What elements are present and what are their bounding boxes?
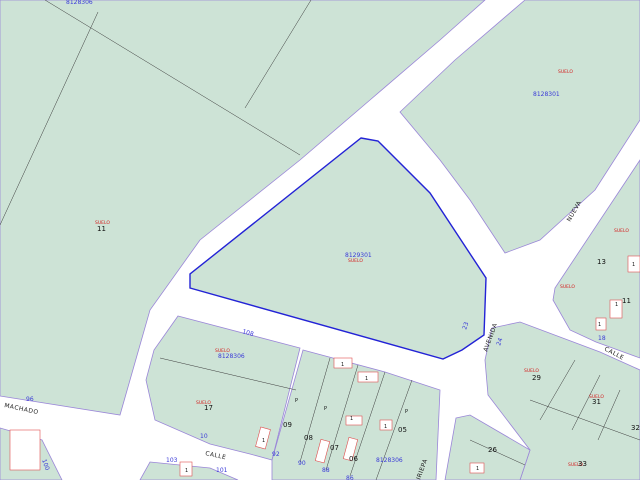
mid-num-07: 07 <box>330 444 339 452</box>
right-red: SUELO <box>614 228 629 234</box>
cadastral-map[interactable]: MACHADO CALLE CALLE AVENIDA NUEVA IRIEPA… <box>0 0 640 480</box>
small-label-1e: 1 <box>615 302 618 308</box>
center-red: SUELO <box>348 258 363 264</box>
road-number-88: 88 <box>322 467 330 474</box>
small-label-1d: 1 <box>350 416 353 422</box>
road-number-10: 10 <box>200 433 208 440</box>
right-num-13: 13 <box>597 258 606 266</box>
center-blue: 8129301 <box>345 252 372 259</box>
suelo-small-right: SUELO <box>560 284 575 290</box>
road-number-90: 90 <box>298 460 306 467</box>
small-label-1b: 1 <box>365 376 368 382</box>
right-num-31: 31 <box>592 398 601 406</box>
mid-num-06: 06 <box>349 455 358 463</box>
right-num-29: 29 <box>532 374 541 382</box>
small-label-1c: 1 <box>262 438 265 444</box>
road-number-92: 92 <box>272 451 280 458</box>
small-label-1i: 1 <box>185 468 188 474</box>
road-number-103: 103 <box>166 457 178 464</box>
small-label-p3: P <box>405 409 408 415</box>
small-label-p2: P <box>324 406 327 412</box>
block-top-right-red: SUELO <box>558 69 573 75</box>
block-left-num: 11 <box>97 225 106 233</box>
mid-num-05: 05 <box>398 426 407 434</box>
small-label-1j: 1 <box>384 424 387 430</box>
small-label-p1: P <box>295 398 298 404</box>
small-label-1g: 1 <box>632 262 635 268</box>
road-number-101: 101 <box>216 467 228 474</box>
small-label-1h: 1 <box>476 466 479 472</box>
right-num-33: 33 <box>578 460 587 468</box>
road-number-18: 18 <box>598 335 606 342</box>
top-ref-label: 8128306 <box>66 0 93 6</box>
mid-num-08: 08 <box>304 434 313 442</box>
right-num-32: 32 <box>631 424 640 432</box>
road-number-86: 86 <box>346 475 354 480</box>
small-label-1a: 1 <box>341 362 344 368</box>
road-number-96: 96 <box>26 396 34 403</box>
lower-left-num: 17 <box>204 404 213 412</box>
lower-left-blue: 8128306 <box>218 353 245 360</box>
small-label-1f: 1 <box>598 322 601 328</box>
lower-mid-blue: 8128306 <box>376 457 403 464</box>
right-num-11: 11 <box>622 297 631 305</box>
mid-num-09: 09 <box>283 421 292 429</box>
block-top-right-blue: 8128301 <box>533 91 560 98</box>
right-num-26: 26 <box>488 446 497 454</box>
